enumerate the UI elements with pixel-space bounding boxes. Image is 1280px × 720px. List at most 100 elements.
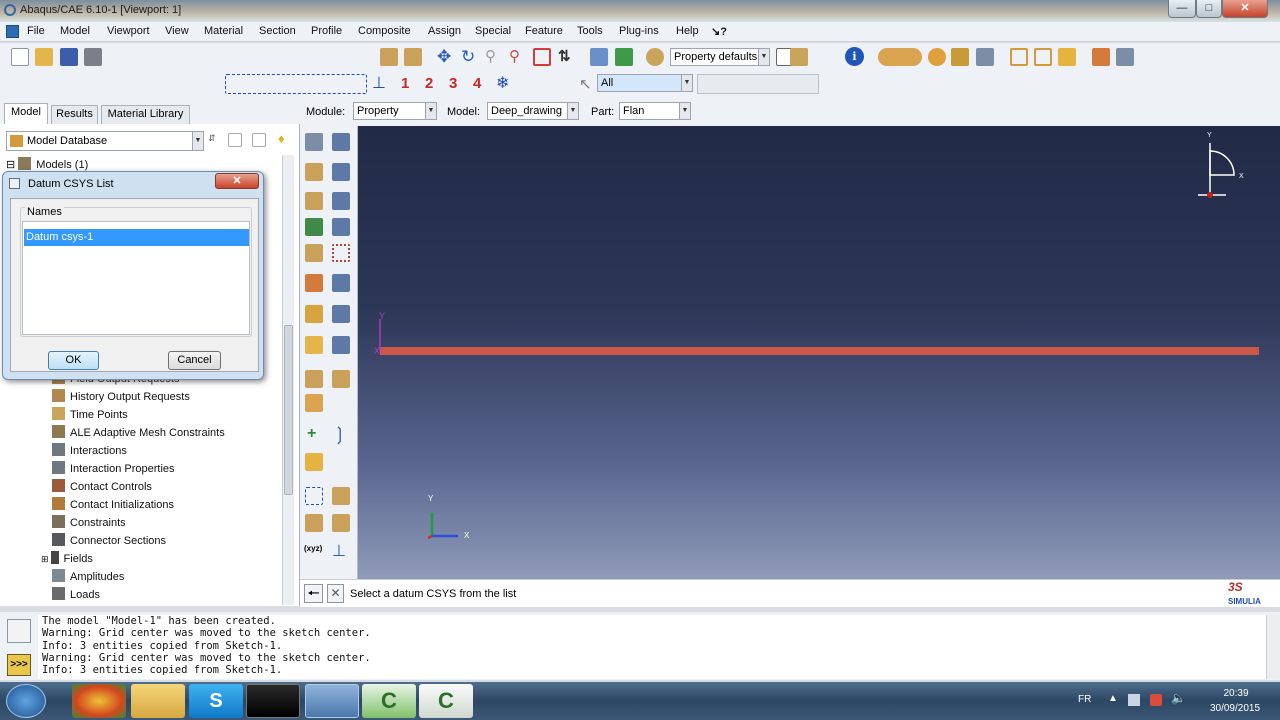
cancel-button[interactable]: Cancel (168, 351, 221, 370)
menu-feature[interactable]: Feature (525, 25, 563, 37)
app-c-taskbar-icon-1[interactable]: C (362, 684, 416, 718)
auto-fit-icon[interactable] (533, 48, 551, 66)
menu-model[interactable]: Model (60, 25, 90, 37)
box-zoom-icon[interactable]: ⚲ (509, 48, 527, 66)
menu-help[interactable]: Help (676, 25, 699, 37)
view-button-1[interactable]: 1 (401, 75, 409, 92)
menu-assign[interactable]: Assign (428, 25, 461, 37)
expand-icon[interactable]: ⊞ (41, 554, 49, 564)
skin-manager-icon[interactable] (332, 274, 350, 292)
tab-model[interactable]: Model (4, 103, 48, 124)
assignment-manager-icon[interactable] (332, 218, 350, 236)
abaqus-taskbar-icon[interactable] (305, 684, 359, 718)
tray-arrow-icon[interactable]: ▲ (1108, 693, 1118, 704)
expand-collapse-arrows[interactable]: ⇵ (208, 133, 220, 149)
tree-item-amplitudes[interactable]: Amplitudes (52, 568, 282, 586)
tree-item-ale-adaptive-mesh-constraints[interactable]: ALE Adaptive Mesh Constraints (52, 424, 282, 442)
menu-view[interactable]: View (165, 25, 189, 37)
sphere-icon[interactable] (928, 48, 946, 66)
menu-profile[interactable]: Profile (311, 25, 342, 37)
close-button[interactable]: ✕ (1222, 0, 1268, 18)
menu-composite[interactable]: Composite (358, 25, 411, 37)
menu-viewport[interactable]: Viewport (107, 25, 150, 37)
pan-icon[interactable]: ✥ (437, 48, 455, 66)
toolbar-icon-a[interactable] (380, 48, 398, 66)
special-tool-icon-a[interactable] (305, 370, 323, 388)
partition-icon-a[interactable] (305, 514, 323, 532)
zoom-icon[interactable]: ⚲ (485, 48, 503, 66)
view-iso-icon[interactable] (1010, 48, 1028, 66)
network-icon[interactable] (1128, 694, 1140, 706)
tree-item-connector-sections[interactable]: Connector Sections (52, 532, 282, 550)
assign-normal-icon[interactable] (332, 244, 350, 262)
tab-results[interactable]: Results (51, 105, 98, 124)
create-datum-axis-icon[interactable]: ❳ (332, 424, 352, 444)
query-info-icon[interactable]: i (845, 47, 864, 66)
clock-date[interactable]: 30/09/2015 (1200, 703, 1270, 714)
system-menu-icon[interactable] (6, 25, 19, 38)
special-tool-icon-b[interactable] (332, 370, 350, 388)
toolbar-icon-b[interactable] (404, 48, 422, 66)
menu-file[interactable]: File (27, 25, 45, 37)
minimize-button[interactable]: — (1168, 0, 1196, 18)
csys-listbox[interactable]: Datum csys-1 (22, 221, 250, 335)
tree-item-contact-controls[interactable]: Contact Controls (52, 478, 282, 496)
message-scrollbar[interactable] (1266, 615, 1280, 679)
view-manipulation-icons[interactable] (878, 48, 922, 66)
clock-time[interactable]: 20:39 (1205, 688, 1267, 699)
tree-item-history-output-requests[interactable]: History Output Requests (52, 388, 282, 406)
menu-material[interactable]: Material (204, 25, 243, 37)
create-section-icon[interactable] (305, 163, 323, 181)
view-button-2[interactable]: 2 (425, 75, 433, 92)
tree-item-constraints[interactable]: Constraints (52, 514, 282, 532)
tree-item-interactions[interactable]: Interactions (52, 442, 282, 460)
query-xyz-icon[interactable]: (xyz) (304, 544, 326, 560)
filter-icon[interactable] (252, 133, 266, 147)
toolbar-icon-f[interactable] (1116, 48, 1134, 66)
create-datum-csys-icon[interactable] (305, 487, 323, 505)
tree-item-contact-initializations[interactable]: Contact Initializations (52, 496, 282, 514)
assign-beam-orientation-icon[interactable] (305, 244, 323, 262)
part-select[interactable]: Flan ▼ (619, 102, 691, 120)
tree-item-loads[interactable]: Loads (52, 586, 282, 604)
inertia-icon[interactable] (305, 394, 323, 412)
skype-taskbar-icon[interactable]: S (189, 684, 243, 718)
toolbar-icon-d[interactable] (976, 48, 994, 66)
selection-options-icons[interactable] (697, 74, 819, 94)
cancel-procedure-icon[interactable]: ✕ (327, 584, 344, 603)
model-database-select[interactable]: Model Database ▼ (6, 131, 204, 151)
toolbar-icon-c[interactable] (951, 48, 969, 66)
csys-triad-icon[interactable]: ⊥ (372, 74, 392, 94)
maximize-button[interactable]: □ (1196, 0, 1222, 18)
flange-part[interactable] (380, 347, 1259, 355)
assign-material-orientation-icon[interactable] (305, 336, 323, 354)
app-c-taskbar-icon-2[interactable]: C (419, 684, 473, 718)
render-shaded-icon[interactable] (615, 48, 633, 66)
module-select[interactable]: Property ▼ (353, 102, 437, 120)
ok-button[interactable]: OK (48, 351, 99, 370)
create-material-icon[interactable] (305, 133, 323, 151)
viewport-canvas[interactable]: Y X Y X Y X (358, 126, 1280, 579)
tree-item-time-points[interactable]: Time Points (52, 406, 282, 424)
tree-item-fields[interactable]: ⊞ Fields (41, 550, 282, 568)
menu-plug-ins[interactable]: Plug-ins (619, 25, 659, 37)
back-arrow-icon[interactable]: 🠔 (304, 584, 323, 603)
flag-icon[interactable] (1150, 694, 1162, 706)
assign-section-icon[interactable] (305, 218, 323, 236)
language-indicator[interactable]: FR (1078, 694, 1091, 705)
triad-toggle-icon[interactable]: ❄ (496, 74, 516, 94)
start-button[interactable] (6, 684, 46, 718)
composite-manager-icon[interactable] (332, 305, 350, 323)
tree-item-interaction-properties[interactable]: Interaction Properties (52, 460, 282, 478)
create-datum-plane-icon[interactable] (305, 453, 323, 471)
menu-tools[interactable]: Tools (577, 25, 603, 37)
dialog-close-button[interactable]: ✕ (215, 173, 259, 189)
material-manager-icon[interactable] (332, 133, 350, 151)
new-file-icon[interactable] (11, 48, 29, 66)
view-solid-icon[interactable] (1058, 48, 1076, 66)
view-front-icon[interactable] (1034, 48, 1052, 66)
create-datum-point-icon[interactable]: + (307, 426, 323, 442)
menu-section[interactable]: Section (259, 25, 296, 37)
message-log[interactable]: The model "Model-1" has been created. War… (38, 615, 1280, 679)
datum-tool-icon[interactable] (332, 487, 350, 505)
